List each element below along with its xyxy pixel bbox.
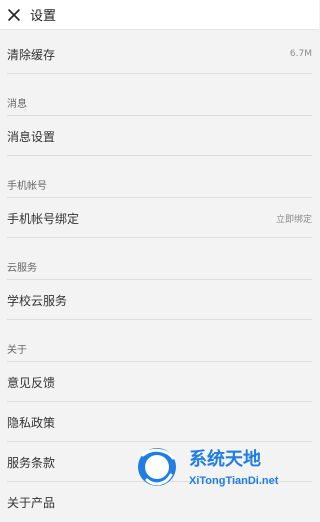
clear-cache-row[interactable]: 清除缓存 6.7M [0,34,319,74]
school-cloud-service-label: 学校云服务 [7,293,68,308]
clear-cache-label: 清除缓存 [7,47,56,62]
about-product-row[interactable]: 关于产品 [0,482,319,522]
section-about: 关于 [0,320,319,362]
message-settings-label: 消息设置 [7,129,56,144]
feedback-label: 意见反馈 [7,375,56,390]
message-settings-row[interactable]: 消息设置 [0,116,319,156]
section-phone-account: 手机帐号 [0,156,319,198]
app-header: 设置 [0,0,319,30]
section-cloud-service: 云服务 [0,238,319,280]
bind-now-link[interactable]: 立即绑定 [276,212,312,225]
privacy-policy-row[interactable]: 隐私政策 [0,402,319,442]
close-icon [8,8,20,21]
terms-of-service-label: 服务条款 [7,455,56,470]
section-messages: 消息 [0,74,319,116]
school-cloud-service-row[interactable]: 学校云服务 [0,280,319,320]
phone-binding-label: 手机帐号绑定 [7,211,80,226]
feedback-row[interactable]: 意见反馈 [0,362,319,402]
privacy-policy-label: 隐私政策 [7,415,56,430]
settings-list: 清除缓存 6.7M 消息 消息设置 手机帐号 手机帐号绑定 立即绑定 云服务 学… [0,34,319,522]
close-button[interactable] [5,6,23,24]
page-title: 设置 [30,9,57,24]
cache-size-value: 6.7M [289,49,312,59]
phone-binding-row[interactable]: 手机帐号绑定 立即绑定 [0,198,319,238]
about-product-label: 关于产品 [7,495,56,510]
terms-of-service-row[interactable]: 服务条款 [0,442,319,482]
